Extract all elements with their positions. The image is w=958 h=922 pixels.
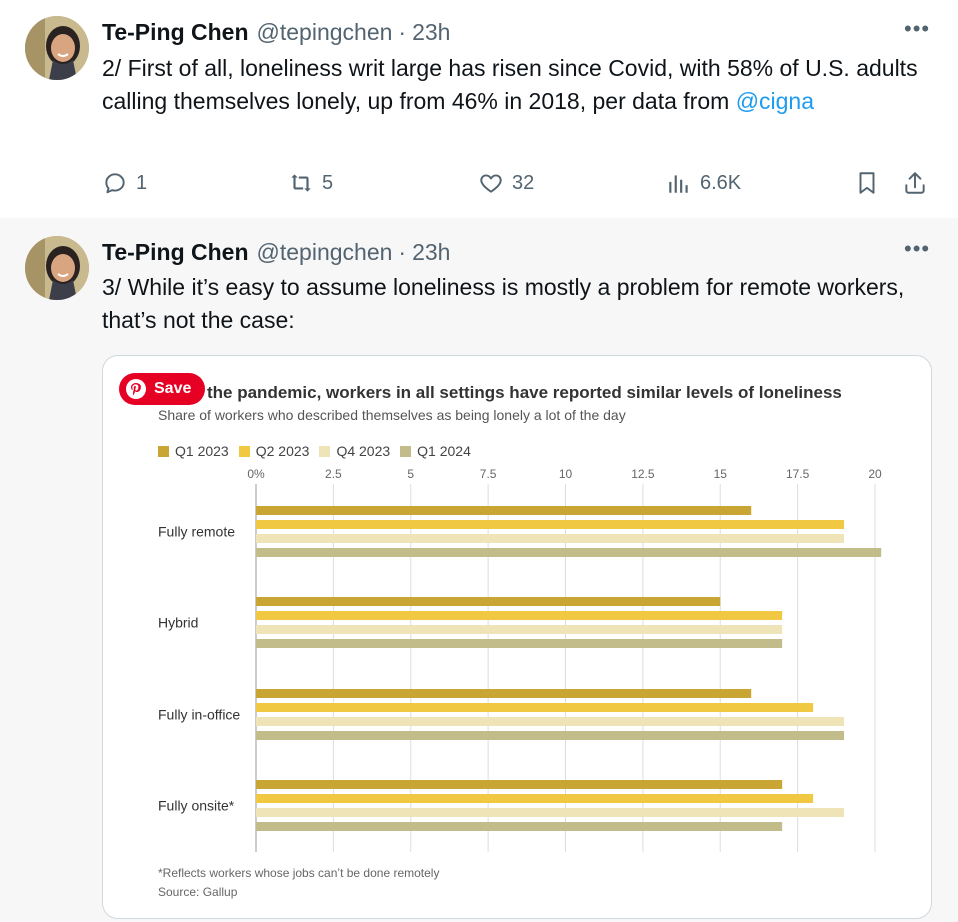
legend-item: Q1 2024 bbox=[400, 442, 471, 460]
x-tick-label: 20 bbox=[868, 467, 882, 481]
bar bbox=[256, 611, 783, 620]
legend-swatch bbox=[400, 445, 412, 457]
separator: · bbox=[398, 238, 407, 265]
x-tick-label: 2.5 bbox=[325, 467, 342, 481]
like-button[interactable]: 32 bbox=[478, 165, 534, 201]
repost-icon bbox=[291, 174, 311, 192]
like-count: 32 bbox=[512, 171, 535, 194]
reply-count: 1 bbox=[136, 171, 148, 194]
tweet-text: 2/ First of all, loneliness writ large h… bbox=[102, 52, 922, 118]
pinterest-save-button[interactable]: Save bbox=[119, 373, 205, 405]
chart-legend: Q1 2023 Q2 2023 Q4 2023 Q1 2024 bbox=[158, 442, 481, 460]
legend-label: Q4 2023 bbox=[336, 443, 391, 459]
x-tick-label: 0% bbox=[247, 467, 265, 481]
legend-swatch bbox=[319, 445, 331, 457]
bar bbox=[256, 731, 845, 740]
separator: · bbox=[398, 18, 407, 45]
avatar[interactable] bbox=[25, 236, 89, 300]
category-label: Fully remote bbox=[158, 524, 235, 540]
legend-label: Q2 2023 bbox=[255, 443, 310, 459]
chart-source: Source: Gallup bbox=[158, 885, 238, 899]
author-handle[interactable]: @tepingchen bbox=[257, 19, 393, 46]
category-label: Hybrid bbox=[158, 615, 198, 631]
author-name[interactable]: Te-Ping Chen bbox=[102, 19, 249, 46]
tweet-header: Te-Ping Chen @tepingchen · 23h bbox=[102, 237, 450, 267]
legend-label: Q1 2023 bbox=[175, 443, 229, 459]
view-count: 6.6K bbox=[700, 171, 742, 194]
more-options-button[interactable]: ••• bbox=[904, 238, 930, 262]
mention-link[interactable]: @cigna bbox=[736, 88, 814, 114]
pinterest-icon bbox=[126, 379, 146, 399]
share-button[interactable] bbox=[902, 165, 928, 201]
category-label: Fully onsite* bbox=[158, 798, 235, 814]
tweet-card[interactable]: Te-Ping Chen @tepingchen · 23h ••• 3/ Wh… bbox=[0, 218, 958, 922]
legend-swatch bbox=[158, 445, 169, 457]
legend-item: Q2 2023 bbox=[238, 442, 310, 460]
timestamp[interactable]: 23h bbox=[412, 19, 450, 46]
x-tick-label: 5 bbox=[407, 467, 414, 481]
legend-item: Q1 2023 bbox=[158, 442, 229, 460]
bar bbox=[256, 506, 752, 515]
analytics-icon bbox=[669, 175, 688, 193]
bar bbox=[256, 808, 845, 817]
legend-swatch bbox=[238, 445, 250, 457]
legend-label: Q1 2024 bbox=[417, 443, 471, 459]
x-tick-label: 7.5 bbox=[480, 467, 497, 481]
heart-icon bbox=[480, 174, 502, 193]
author-name[interactable]: Te-Ping Chen bbox=[102, 239, 249, 266]
tweet-header: Te-Ping Chen @tepingchen · 23h bbox=[102, 17, 450, 47]
bar bbox=[256, 703, 814, 712]
author-handle[interactable]: @tepingchen bbox=[257, 239, 393, 266]
bar bbox=[256, 520, 845, 529]
chart-image-card[interactable]: 0% 2.5 5 7.5 10 12.5 15 17.5 20 Fully remote Hybri… bbox=[102, 355, 932, 919]
bar bbox=[256, 639, 783, 648]
bar bbox=[256, 597, 721, 606]
chart-subtitle: Share of workers who described themselve… bbox=[158, 407, 626, 423]
timestamp[interactable]: 23h bbox=[412, 239, 450, 266]
x-tick-label: 17.5 bbox=[786, 467, 810, 481]
share-icon bbox=[905, 172, 925, 194]
x-tick-label: 12.5 bbox=[631, 467, 655, 481]
views-button[interactable]: 6.6K bbox=[666, 165, 741, 201]
bar bbox=[256, 794, 814, 803]
legend-item: Q4 2023 bbox=[319, 442, 390, 460]
tweet-actions: 1 5 32 6.6K bbox=[102, 165, 932, 201]
bookmark-icon bbox=[859, 172, 875, 194]
reply-icon bbox=[105, 173, 125, 194]
repost-button[interactable]: 5 bbox=[288, 165, 333, 201]
bar bbox=[256, 689, 752, 698]
chart-footnote: *Reflects workers whose jobs can’t be do… bbox=[158, 866, 440, 880]
reply-button[interactable]: 1 bbox=[102, 165, 147, 201]
tweet-text: 3/ While it’s easy to assume loneliness … bbox=[102, 274, 905, 333]
bookmark-button[interactable] bbox=[854, 165, 880, 201]
repost-count: 5 bbox=[322, 171, 334, 194]
x-tick-label: 10 bbox=[559, 467, 573, 481]
bar bbox=[256, 717, 845, 726]
bar bbox=[256, 625, 783, 634]
x-tick-label: 15 bbox=[714, 467, 728, 481]
more-options-button[interactable]: ••• bbox=[904, 18, 930, 42]
tweet-card[interactable]: Te-Ping Chen @tepingchen · 23h ••• 2/ Fi… bbox=[0, 0, 958, 218]
category-label: Fully in-office bbox=[158, 707, 240, 723]
bar bbox=[256, 548, 882, 557]
avatar[interactable] bbox=[25, 16, 89, 80]
bar-chart: 0% 2.5 5 7.5 10 12.5 15 17.5 20 Fully remote Hybri… bbox=[158, 467, 882, 852]
bar bbox=[256, 534, 845, 543]
bar bbox=[256, 780, 783, 789]
pinterest-save-label: Save bbox=[154, 380, 192, 397]
chart-title: the pandemic, workers in all settings ha… bbox=[207, 383, 842, 402]
bar bbox=[256, 822, 783, 831]
